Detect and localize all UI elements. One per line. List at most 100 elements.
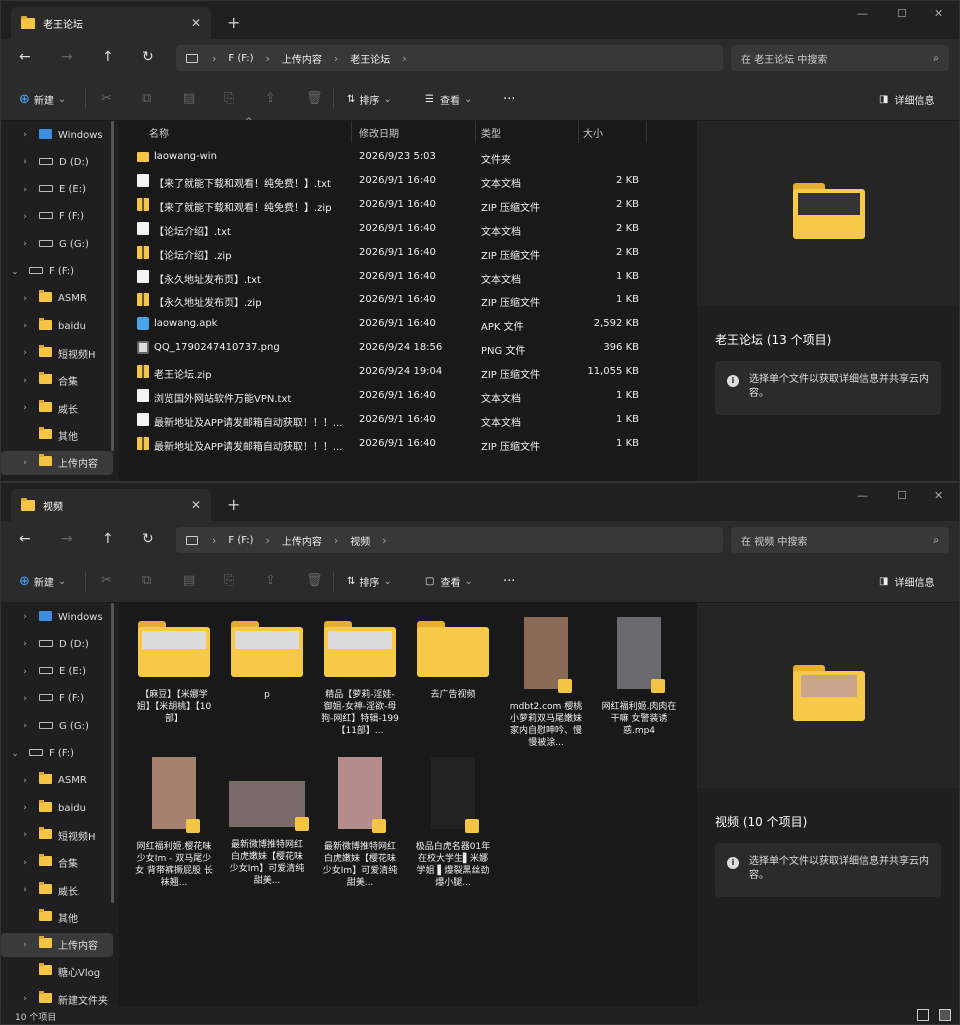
maximize-icon[interactable]: ☐ <box>897 489 907 502</box>
back-arrow-icon[interactable]: ← <box>19 531 31 547</box>
refresh-icon[interactable]: ↻ <box>142 531 154 547</box>
more-options-icon[interactable]: ··· <box>503 92 515 107</box>
new-tab-icon[interactable]: + <box>227 13 240 32</box>
nav-item[interactable]: › 威长 <box>1 396 113 420</box>
chevron-icon[interactable]: › <box>17 212 33 222</box>
new-button[interactable]: ⊕ 新建 ⌄ <box>19 92 66 107</box>
chevron-icon[interactable]: › <box>17 776 33 786</box>
sort-button[interactable]: ⇅ 排序 ⌄ <box>347 92 392 107</box>
table-row[interactable]: 最新地址及APP请发邮箱自动获取！！！... 2026/9/1 16:40 文本文档… <box>121 408 697 432</box>
nav-item[interactable]: › D (D:) <box>1 150 113 174</box>
share-icon[interactable]: ⇪ <box>265 91 276 106</box>
chevron-icon[interactable]: › <box>17 667 33 677</box>
details-pane-button[interactable]: ◨ 详细信息 <box>879 92 934 107</box>
address-bar[interactable]: › F (F:) › 上传内容 › 老王论坛 › <box>176 45 723 71</box>
tab-video[interactable]: 视频 ✕ <box>11 489 211 521</box>
chevron-icon[interactable]: › <box>17 458 33 468</box>
delete-icon[interactable]: 🗑 <box>306 573 323 588</box>
breadcrumb-item[interactable]: 上传内容 <box>282 533 322 548</box>
up-arrow-icon[interactable]: ↑ <box>102 531 114 547</box>
new-tab-icon[interactable]: + <box>227 495 240 514</box>
chevron-icon[interactable]: › <box>17 157 33 167</box>
grid-item[interactable]: 最新微博推特网红白虎嫩妹【樱花味少女Im】可爱清纯甜美... <box>321 753 399 889</box>
table-row[interactable]: 【论坛介绍】.zip 2026/9/1 16:40 ZIP 压缩文件 2 KB <box>121 241 697 265</box>
nav-item[interactable]: › baidu <box>1 796 113 820</box>
nav-item[interactable]: › 上传内容 <box>1 932 113 957</box>
close-window-icon[interactable]: ✕ <box>934 489 943 502</box>
table-row[interactable]: 最新地址及APP请发邮箱自动获取！！！... 2026/9/1 16:40 ZIP … <box>121 432 697 456</box>
chevron-icon[interactable]: › <box>17 185 33 195</box>
chevron-icon[interactable]: › <box>17 612 33 622</box>
rename-icon[interactable]: ⎘ <box>224 573 234 588</box>
nav-item[interactable]: › F (F:) <box>1 205 113 229</box>
chevron-icon[interactable]: › <box>17 376 33 386</box>
breadcrumb-item[interactable]: 视频 <box>350 533 370 548</box>
nav-item[interactable]: › Windows <box>1 123 113 147</box>
grid-item[interactable]: 精品【萝莉-淫娃-御姐-女神-淫欲-母狗-网红】特辑-199【11部】... <box>321 613 399 737</box>
column-type[interactable]: 类型 <box>481 125 501 140</box>
more-options-icon[interactable]: ··· <box>503 574 515 589</box>
chevron-icon[interactable]: › <box>17 994 33 1004</box>
column-size[interactable]: 大小 <box>583 125 603 140</box>
chevron-icon[interactable]: › <box>17 294 33 304</box>
minimize-icon[interactable]: — <box>857 489 868 502</box>
cut-icon[interactable]: ✂ <box>101 573 112 588</box>
minimize-icon[interactable]: — <box>857 7 868 20</box>
nav-item[interactable]: › F (F:) <box>1 687 113 711</box>
nav-item[interactable]: 其他 <box>1 423 113 447</box>
nav-item[interactable]: ⌄ F (F:) <box>1 742 113 766</box>
breadcrumb-item[interactable]: F (F:) <box>228 53 253 64</box>
nav-item[interactable]: › D (D:) <box>1 632 113 656</box>
nav-item[interactable]: 糖心Vlog <box>1 960 113 984</box>
table-row[interactable]: 【论坛介绍】.txt 2026/9/1 16:40 文本文档 2 KB <box>121 217 697 241</box>
details-view-icon[interactable] <box>917 1009 929 1021</box>
address-bar[interactable]: › F (F:) › 上传内容 › 视频 › <box>176 527 723 553</box>
chevron-icon[interactable]: › <box>17 239 33 249</box>
grid-item[interactable]: 网红福利姬.肉肉在干嘛 女警装诱惑.mp4 <box>600 613 678 737</box>
view-button[interactable]: ☰ 查看 ⌄ <box>425 92 472 107</box>
nav-item[interactable]: › 合集 <box>1 369 113 393</box>
table-row[interactable]: 老王论坛.zip 2026/9/24 19:04 ZIP 压缩文件 11,055 KB <box>121 360 697 384</box>
copy-icon[interactable]: ⧉ <box>142 91 151 106</box>
share-icon[interactable]: ⇪ <box>265 573 276 588</box>
search-input[interactable]: 在 老王论坛 中搜索 ⌕ <box>731 45 949 71</box>
table-row[interactable]: 【永久地址发布页】.zip 2026/9/1 16:40 ZIP 压缩文件 1 KB <box>121 288 697 312</box>
column-date[interactable]: 修改日期 <box>359 125 399 140</box>
table-row[interactable]: laowang-win 2026/9/23 5:03 文件夹 <box>121 145 697 169</box>
nav-item[interactable]: › Windows <box>1 605 113 629</box>
details-pane-button[interactable]: ◨ 详细信息 <box>879 574 934 589</box>
nav-item[interactable]: › E (E:) <box>1 660 113 684</box>
table-row[interactable]: QQ_1790247410737.png 2026/9/24 18:56 PNG 文… <box>121 336 697 360</box>
chevron-icon[interactable]: › <box>17 885 33 895</box>
cut-icon[interactable]: ✂ <box>101 91 112 106</box>
nav-item[interactable]: › ASMR <box>1 287 113 311</box>
grid-item[interactable]: 极品白虎名器01年在校大学生▌米娜学姐 ▌爆裂黑丝劲爆小腿... <box>414 753 492 889</box>
nav-item[interactable]: › 短视频H <box>1 823 113 847</box>
grid-item[interactable]: 【麻豆】【米娜学姐】【米胡桃】【10部】 <box>135 613 213 725</box>
paste-icon[interactable]: ▤ <box>183 91 195 106</box>
grid-item[interactable]: 网红福利姬.樱花味少女Im - 双马尾少女 背带裤撅屁股 长袜翘... <box>135 753 213 889</box>
nav-item[interactable]: › 新建文件夹 <box>1 987 113 1006</box>
nav-item[interactable]: › ASMR <box>1 769 113 793</box>
rename-icon[interactable]: ⎘ <box>224 91 234 106</box>
view-button[interactable]: ▢ 查看 ⌄ <box>425 574 473 589</box>
close-window-icon[interactable]: ✕ <box>934 7 943 20</box>
up-arrow-icon[interactable]: ↑ <box>102 49 114 65</box>
chevron-icon[interactable]: › <box>17 721 33 731</box>
breadcrumb-item[interactable]: 上传内容 <box>282 51 322 66</box>
grid-item[interactable]: mdbt2.com 樱桃小萝莉双马尾嫩妹家内自慰呻吟、慢慢被涂... <box>507 613 585 749</box>
breadcrumb-item[interactable]: F (F:) <box>228 535 253 546</box>
back-arrow-icon[interactable]: ← <box>19 49 31 65</box>
search-input[interactable]: 在 视频 中搜索 ⌕ <box>731 527 949 553</box>
maximize-icon[interactable]: ☐ <box>897 7 907 20</box>
chevron-icon[interactable]: › <box>17 803 33 813</box>
nav-item[interactable]: › G (G:) <box>1 714 113 738</box>
chevron-icon[interactable]: › <box>17 858 33 868</box>
nav-item[interactable]: 其他 <box>1 905 113 929</box>
forward-arrow-icon[interactable]: → <box>61 531 73 547</box>
delete-icon[interactable]: 🗑 <box>306 91 323 106</box>
table-row[interactable]: 浏览国外网站软件万能VPN.txt 2026/9/1 16:40 文本文档 1 KB <box>121 384 697 408</box>
chevron-icon[interactable]: › <box>17 321 33 331</box>
chevron-icon[interactable]: › <box>17 830 33 840</box>
nav-item[interactable]: › 合集 <box>1 851 113 875</box>
